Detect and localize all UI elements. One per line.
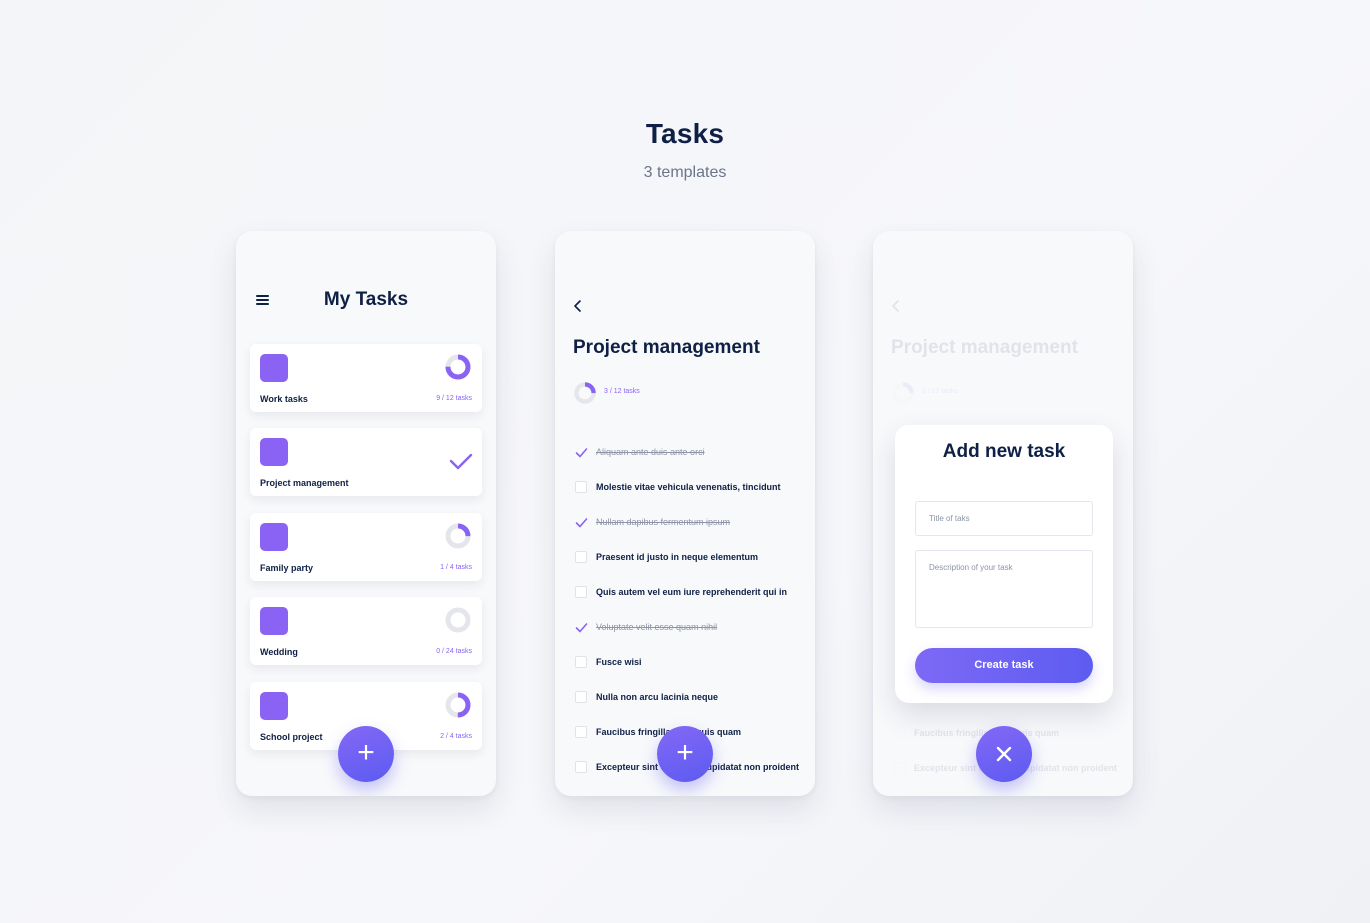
list-color-swatch (260, 438, 288, 466)
checkmark-icon (449, 453, 473, 470)
page-header: Tasks 3 templates (0, 118, 1370, 182)
task-text: Nullam dapibus fermentum ipsum (596, 517, 731, 527)
task-text: Fusce wisi (596, 657, 642, 667)
progress-count: 3 / 12 tasks (604, 388, 640, 395)
add-task-modal: Add new task Title of taks Description o… (895, 425, 1113, 703)
card-name: Work tasks (260, 394, 308, 404)
screen-title: My Tasks (323, 289, 409, 310)
checkbox[interactable] (575, 551, 587, 563)
checkbox[interactable] (575, 691, 587, 703)
progress-count: 3 / 12 tasks (922, 388, 958, 395)
task-text: Nulla non arcu lacinia neque (596, 692, 719, 702)
checkbox-checked[interactable] (575, 446, 588, 458)
checkbox[interactable] (575, 726, 587, 738)
checkbox[interactable] (575, 761, 587, 773)
description-placeholder: Description of your task (929, 563, 1013, 572)
task-item[interactable]: Quis autem vel eum iure reprehenderit qu… (575, 585, 805, 601)
task-list-card-family[interactable]: Family party 1 / 4 tasks (250, 513, 482, 581)
task-description-input[interactable]: Description of your task (915, 550, 1093, 628)
list-color-swatch (260, 692, 288, 720)
task-item[interactable]: Aliquam ante duis ante orci (575, 445, 805, 461)
card-name: Family party (260, 563, 314, 573)
my-tasks-screen: My Tasks Work tasks 9 / 12 tasks Project… (236, 231, 496, 796)
checkbox[interactable] (575, 481, 587, 493)
close-modal-button[interactable] (976, 726, 1032, 782)
card-name: School project (260, 732, 323, 742)
checkbox-checked[interactable] (575, 621, 588, 633)
task-list-card-project[interactable]: Project management (250, 428, 482, 496)
task-item[interactable]: Praesent id justo in neque elementum (575, 550, 805, 566)
list-color-swatch (260, 354, 288, 382)
card-count: 0 / 24 tasks (436, 648, 472, 655)
task-text: Aliquam ante duis ante orci (596, 447, 705, 457)
page-title: Tasks (645, 118, 725, 149)
task-text: Quis autem vel eum iure reprehenderit qu… (596, 587, 788, 597)
checkbox (893, 762, 905, 774)
checkmark-icon (575, 623, 588, 633)
card-count: 9 / 12 tasks (436, 395, 472, 402)
close-icon (996, 746, 1012, 762)
card-name: Project management (260, 478, 349, 488)
checkbox[interactable] (575, 656, 587, 668)
checkmark-icon (575, 448, 588, 458)
background-title: Project management (891, 337, 1078, 358)
project-progress: 3 / 12 tasks (573, 381, 640, 410)
list-color-swatch (260, 523, 288, 551)
progress-ring-icon (892, 382, 914, 404)
progress-ring-icon (445, 354, 471, 380)
add-task-button[interactable]: + (657, 726, 713, 782)
checkbox[interactable] (575, 586, 587, 598)
task-item[interactable]: Fusce wisi (575, 655, 805, 671)
task-item[interactable]: Molestie vitae vehicula venenatis, tinci… (575, 480, 805, 496)
checkmark-icon (575, 518, 588, 528)
page-subtitle: 3 templates (643, 164, 727, 181)
background-progress: 3 / 12 tasks (891, 381, 958, 410)
task-list-card-work[interactable]: Work tasks 9 / 12 tasks (250, 344, 482, 412)
checkbox (893, 727, 905, 739)
progress-ring-icon (445, 607, 471, 633)
task-text: Praesent id justo in neque elementum (596, 552, 759, 562)
progress-ring-icon (445, 523, 471, 549)
back-chevron-icon[interactable] (573, 299, 583, 313)
task-title-input[interactable]: Title of taks (915, 501, 1093, 536)
task-text: Voluptate velit esse quam nihil (596, 622, 718, 632)
progress-ring-icon (445, 692, 471, 718)
create-task-button[interactable]: Create task (915, 648, 1093, 683)
title-placeholder: Title of taks (929, 514, 970, 523)
card-count: 1 / 4 tasks (440, 564, 472, 571)
modal-title: Add new task (942, 441, 1066, 462)
list-color-swatch (260, 607, 288, 635)
back-chevron-icon (892, 300, 899, 312)
checkbox-checked[interactable] (575, 516, 588, 528)
task-item[interactable]: Nulla non arcu lacinia neque (575, 690, 805, 706)
project-detail-screen: Project management 3 / 12 tasks Aliquam … (555, 231, 815, 796)
add-list-button[interactable]: + (338, 726, 394, 782)
task-list-card-wedding[interactable]: Wedding 0 / 24 tasks (250, 597, 482, 665)
task-item[interactable]: Voluptate velit esse quam nihil (575, 620, 805, 636)
progress-ring-icon (574, 382, 596, 404)
screen-title: Project management (573, 337, 760, 358)
card-name: Wedding (260, 647, 298, 657)
task-text: Molestie vitae vehicula venenatis, tinci… (596, 482, 781, 492)
task-item[interactable]: Nullam dapibus fermentum ipsum (575, 515, 805, 531)
card-count: 2 / 4 tasks (440, 733, 472, 740)
add-task-screen: Project management 3 / 12 tasks Faucibus… (873, 231, 1133, 796)
